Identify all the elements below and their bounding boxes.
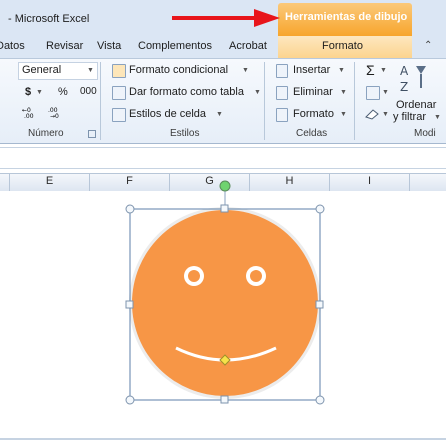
- group-label-estilos: Estilos: [170, 128, 200, 139]
- group-separator: [100, 62, 101, 140]
- cell-styles-icon: [112, 108, 126, 122]
- column-header-i[interactable]: I: [330, 173, 409, 190]
- resize-handle[interactable]: [315, 204, 325, 214]
- group-separator: [354, 62, 355, 140]
- svg-text:.00: .00: [24, 113, 34, 119]
- minimize-ribbon-icon[interactable]: ⌃: [424, 40, 432, 51]
- fill-icon[interactable]: [366, 86, 380, 100]
- smiley-shape[interactable]: [120, 172, 334, 408]
- resize-handle[interactable]: [125, 204, 135, 214]
- group-label-numero: Número: [28, 128, 64, 139]
- chevron-down-icon: ▼: [242, 67, 249, 74]
- eraser-icon[interactable]: [364, 107, 380, 121]
- insert-button[interactable]: Insertar: [293, 64, 330, 76]
- group-separator: [264, 62, 265, 140]
- smiley-face-body[interactable]: [132, 210, 318, 396]
- number-format-value: General: [22, 64, 62, 76]
- resize-handle[interactable]: [125, 395, 135, 405]
- delete-button[interactable]: Eliminar: [293, 86, 333, 98]
- conditional-format-button[interactable]: Formato condicional: [129, 64, 228, 76]
- svg-text:→0: →0: [50, 113, 59, 119]
- chevron-down-icon: ▼: [434, 114, 441, 121]
- formula-bar[interactable]: [0, 147, 446, 169]
- resize-handle[interactable]: [220, 395, 229, 404]
- tab-acrobat[interactable]: Acrobat: [229, 40, 267, 52]
- table-format-icon: [112, 86, 126, 100]
- group-label-modificar: Modi: [414, 128, 436, 139]
- chevron-down-icon: ▼: [340, 111, 347, 118]
- sort-filter-label-2[interactable]: y filtrar: [393, 111, 426, 123]
- currency-button[interactable]: $: [25, 86, 31, 98]
- dialog-launcher-icon[interactable]: [88, 130, 96, 138]
- insert-cells-icon: [276, 64, 288, 78]
- format-cells-icon: [276, 108, 288, 122]
- chevron-down-icon: ▼: [380, 67, 387, 74]
- delete-cells-icon: [276, 86, 288, 100]
- cell-styles-button[interactable]: Estilos de celda: [129, 108, 206, 120]
- contextual-tab-title: Herramientas de dibujo: [285, 11, 408, 23]
- tab-vista[interactable]: Vista: [97, 40, 121, 52]
- decrease-decimal-icon[interactable]: .00→0: [48, 105, 64, 119]
- svg-text:Z: Z: [400, 80, 408, 94]
- format-as-table-button[interactable]: Dar formato como tabla: [129, 86, 244, 98]
- format-button[interactable]: Formato: [293, 108, 334, 120]
- autosum-button[interactable]: Σ: [366, 62, 375, 78]
- window-title: - Microsoft Excel: [8, 13, 90, 25]
- chevron-down-icon: ▼: [216, 111, 223, 118]
- sheet-bottom-border: [0, 438, 446, 440]
- tab-formato[interactable]: Formato: [322, 40, 363, 52]
- tab-complementos[interactable]: Complementos: [138, 40, 212, 52]
- resize-handle[interactable]: [315, 300, 324, 309]
- tab-revisar[interactable]: Revisar: [46, 40, 83, 52]
- increase-decimal-icon[interactable]: ←0.00: [22, 105, 38, 119]
- conditional-format-icon: [112, 64, 126, 78]
- chevron-down-icon: ▼: [254, 89, 261, 96]
- group-label-celdas: Celdas: [296, 128, 328, 139]
- chevron-down-icon: ▼: [36, 89, 43, 96]
- column-divider: [409, 173, 410, 191]
- percent-button[interactable]: %: [58, 86, 68, 98]
- svg-text:A: A: [400, 64, 409, 78]
- resize-handle[interactable]: [125, 300, 134, 309]
- sort-filter-icon[interactable]: A Z: [398, 62, 428, 98]
- sort-filter-label-1[interactable]: Ordenar: [396, 99, 436, 111]
- column-header-e[interactable]: E: [10, 173, 89, 190]
- rotation-handle[interactable]: [219, 180, 231, 192]
- resize-handle[interactable]: [220, 204, 229, 213]
- resize-handle[interactable]: [315, 395, 325, 405]
- chevron-down-icon: ▼: [382, 89, 389, 96]
- tab-datos[interactable]: Datos: [0, 40, 25, 52]
- chevron-down-icon: ▼: [340, 89, 347, 96]
- chevron-down-icon: ▼: [338, 67, 345, 74]
- chevron-down-icon: ▼: [87, 67, 94, 74]
- chevron-down-icon: ▼: [382, 111, 389, 118]
- thousands-button[interactable]: 000: [80, 86, 97, 97]
- annotation-arrow: [172, 9, 280, 27]
